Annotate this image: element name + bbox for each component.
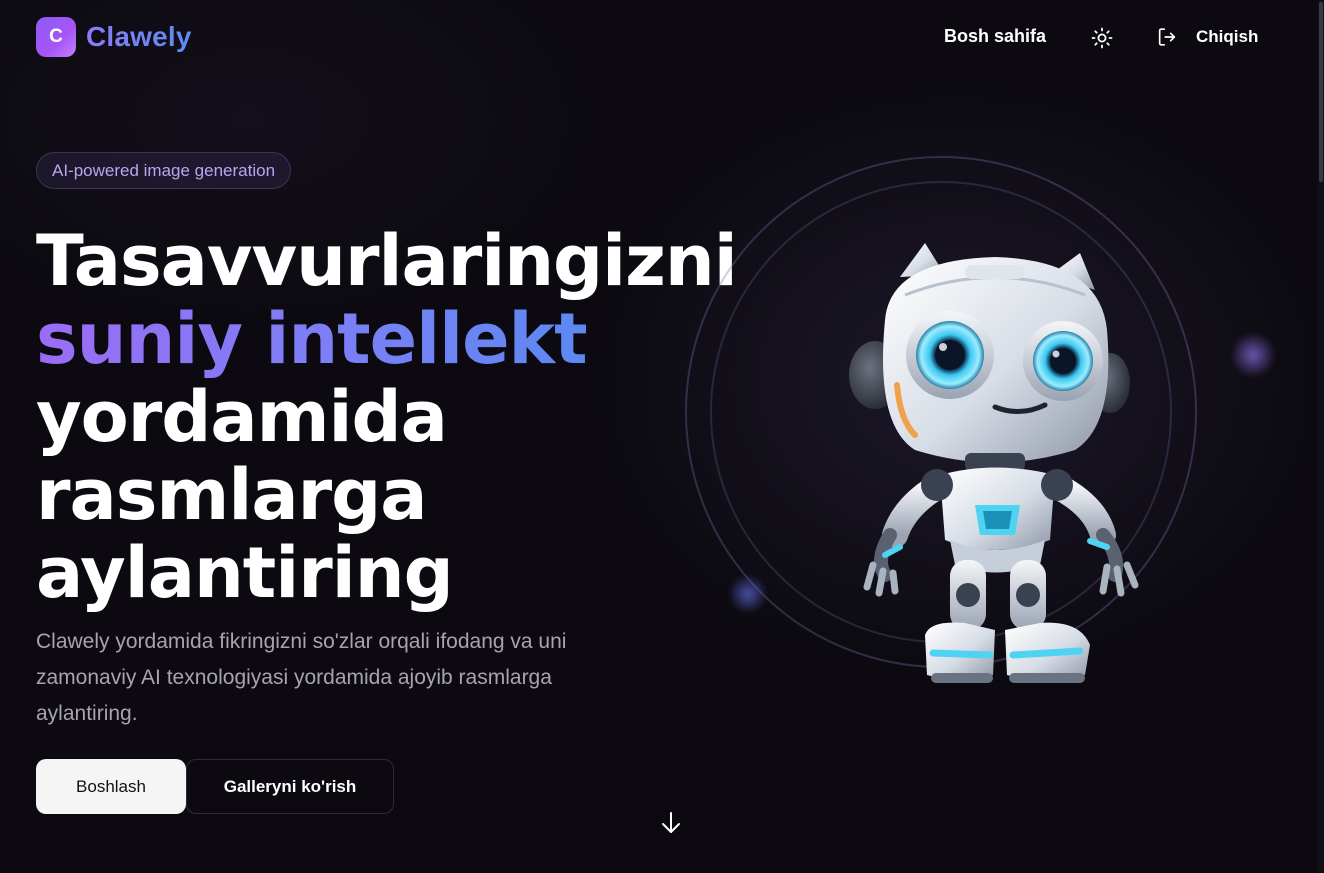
brand-name: Clawely [86, 21, 192, 52]
robot-illustration [849, 243, 1139, 683]
brand-logo-link[interactable]: C Clawely [36, 17, 192, 57]
scroll-down-button[interactable] [659, 810, 683, 836]
headline-line-5: aylantiring [36, 532, 454, 614]
logout-button[interactable]: Chiqish [1156, 26, 1258, 48]
hero-description: Clawely yordamida fikringizni so'zlar or… [36, 630, 567, 725]
hero-badge: AI-powered image generation [36, 152, 292, 189]
theme-toggle-button[interactable] [1090, 26, 1114, 50]
logo-letter: C [49, 26, 63, 47]
headline-line-1: Tasavvurlaringizni [36, 220, 738, 302]
hero-badge-text: AI-powered image generation [52, 160, 276, 180]
hero-headline: Tasavvurlaringizni suniy intellekt yorda… [36, 220, 738, 614]
logout-icon [1158, 28, 1176, 46]
logout-label: Chiqish [1196, 27, 1259, 46]
view-gallery-button[interactable]: Galleryni ko'rish [186, 759, 394, 814]
headline-accent: suniy intellekt [36, 300, 686, 378]
glow-orb [1230, 332, 1276, 378]
scrollbar-thumb[interactable] [1319, 2, 1323, 182]
start-button[interactable]: Boshlash [36, 759, 186, 814]
sun-icon [1091, 27, 1113, 49]
nav-link-home[interactable]: Bosh sahifa [944, 26, 1046, 47]
logo-badge: C [36, 17, 76, 57]
headline-line-3: yordamida [36, 376, 448, 458]
hero-illustration [640, 130, 1276, 730]
landing-page: C Clawely Bosh sahifa Chiqish AI-powered… [0, 0, 1324, 873]
top-header: C Clawely Bosh sahifa Chiqish [0, 0, 1318, 76]
glow-orb [728, 574, 768, 614]
arrow-down-icon [662, 812, 680, 833]
headline-line-4: rasmlarga [36, 454, 427, 536]
scrollbar[interactable] [1318, 0, 1324, 873]
